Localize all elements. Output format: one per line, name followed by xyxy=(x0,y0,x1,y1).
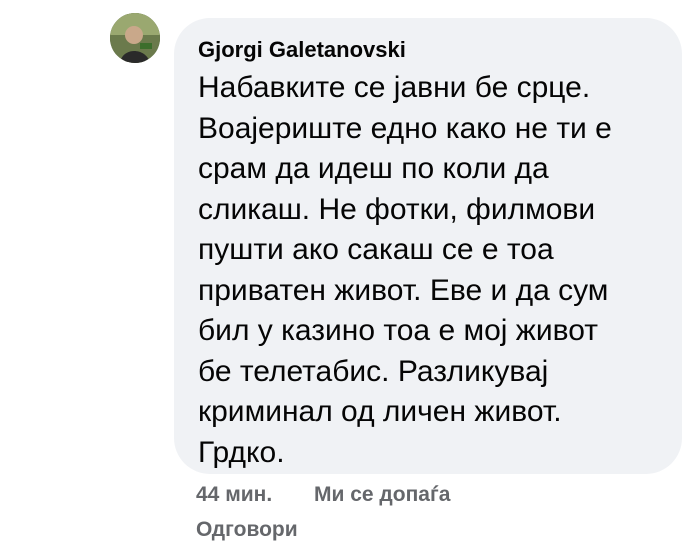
comment-actions: 44 мин. Ми се допаѓа xyxy=(196,481,450,509)
comment-timestamp[interactable]: 44 мин. xyxy=(196,481,272,509)
comment-line: криминал од личен живот. xyxy=(198,395,562,428)
comment-author[interactable]: Gjorgi Galetanovski xyxy=(198,36,662,64)
comment-line: приватен живот. Еве и да сум xyxy=(198,273,609,307)
comment: Gjorgi Galetanovski Набавките се јавни б… xyxy=(0,0,700,545)
comment-line: Набавките се јавни бе срце. xyxy=(198,71,591,104)
comment-bubble: Gjorgi Galetanovski Набавките се јавни б… xyxy=(174,18,682,474)
comment-line: бе телетабис. Разликувај xyxy=(198,354,549,388)
avatar-image xyxy=(110,13,160,63)
avatar[interactable] xyxy=(110,13,160,63)
comment-line: срам да идеш по коли да xyxy=(198,152,549,185)
comment-line: бил у казино тоа е мој живот xyxy=(198,314,598,347)
comment-line: Воајериште едно како не ти е xyxy=(198,111,612,145)
comment-line: пушти ако сакаш се е тоа xyxy=(198,233,554,266)
comment-text: Набавките се јавни бе срце. Воајериште е… xyxy=(198,68,662,473)
comment-line: сликаш. Не фотки, филмови xyxy=(198,192,596,226)
like-button[interactable]: Ми се допаѓа xyxy=(314,481,450,509)
reply-button[interactable]: Одговори xyxy=(196,516,298,544)
comment-line: Грдко. xyxy=(198,435,285,469)
